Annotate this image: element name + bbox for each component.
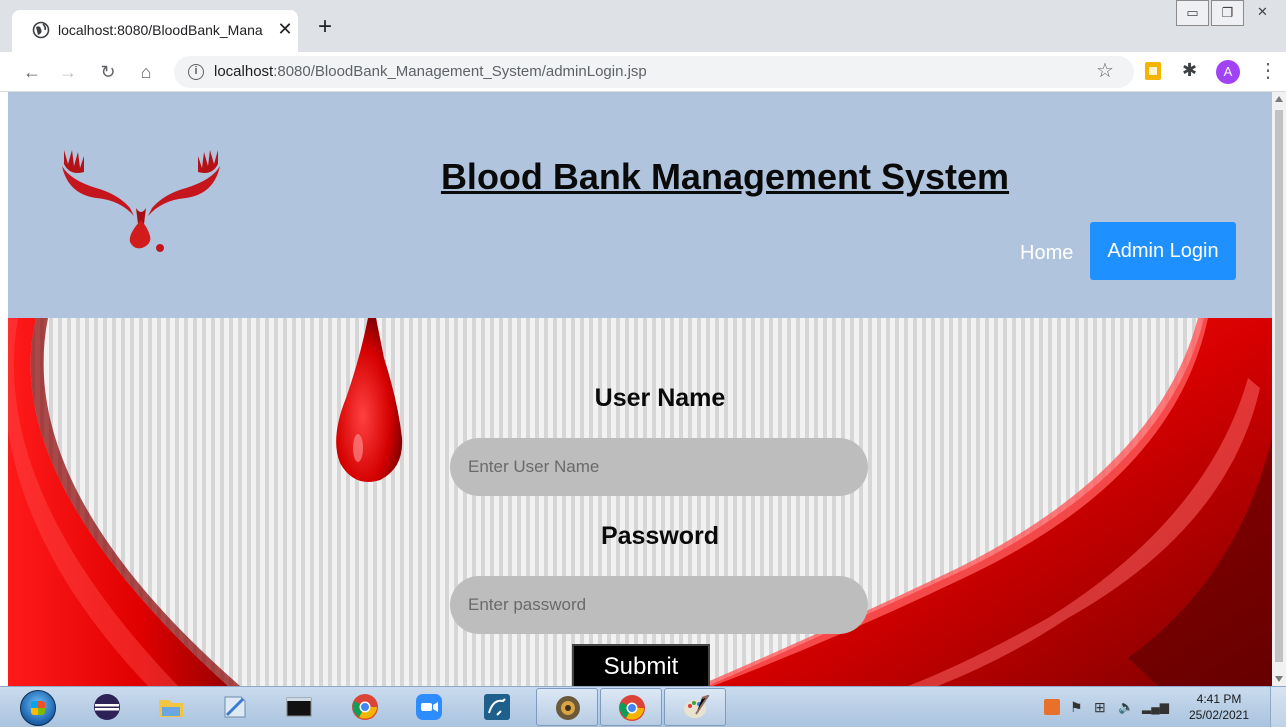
terminal-icon bbox=[286, 697, 312, 717]
username-label: User Name bbox=[594, 384, 726, 412]
url-text[interactable]: localhost:8080/BloodBank_Management_Syst… bbox=[214, 63, 647, 80]
taskbar-mysql-workbench[interactable] bbox=[466, 688, 528, 726]
taskbar-clock[interactable]: 4:41 PM 25/02/2021 bbox=[1180, 691, 1258, 723]
browser-tab-active[interactable]: localhost:8080/BloodBank_Mana ✕ bbox=[12, 10, 298, 52]
mysql-workbench-icon bbox=[484, 694, 510, 720]
chrome-icon bbox=[352, 694, 378, 720]
network-icon[interactable]: ⊞ bbox=[1094, 699, 1110, 715]
signal-icon[interactable]: ▂▄▆ bbox=[1142, 699, 1169, 715]
tomcat-icon bbox=[556, 696, 580, 720]
taskbar-file-explorer[interactable] bbox=[140, 688, 202, 726]
back-arrow-icon[interactable]: ← bbox=[20, 60, 44, 84]
password-label: Password bbox=[600, 522, 720, 550]
close-tab-icon[interactable]: ✕ bbox=[274, 18, 296, 40]
url-path: :8080/BloodBank_Management_System/adminL… bbox=[273, 63, 647, 80]
folder-icon bbox=[159, 700, 183, 717]
forward-arrow-icon[interactable]: → bbox=[56, 60, 80, 84]
url-host: localhost bbox=[214, 63, 274, 80]
flag-icon[interactable]: ⚑ bbox=[1070, 699, 1086, 715]
browser-menu-icon[interactable]: ⋮ bbox=[1258, 58, 1278, 83]
show-desktop-button[interactable] bbox=[1270, 687, 1286, 727]
windows-start-button[interactable] bbox=[20, 690, 56, 726]
minimize-icon[interactable]: ▭ bbox=[1176, 0, 1209, 26]
hero-section: User Name Password Submit bbox=[8, 318, 1272, 686]
window-close-icon[interactable]: ✕ bbox=[1246, 0, 1279, 26]
restore-icon[interactable]: ❐ bbox=[1211, 0, 1244, 26]
taskbar-paint[interactable] bbox=[664, 688, 726, 726]
scroll-up-arrow-icon[interactable] bbox=[1275, 96, 1283, 102]
windows-taskbar: ⚑ ⊞ 🔈 ▂▄▆ 4:41 PM 25/02/2021 bbox=[0, 686, 1286, 727]
tab-title: localhost:8080/BloodBank_Mana bbox=[58, 22, 263, 38]
address-bar[interactable]: i localhost:8080/BloodBank_Management_Sy… bbox=[174, 56, 1134, 88]
taskbar-notepad[interactable] bbox=[204, 688, 266, 726]
extension-docs-icon[interactable] bbox=[1145, 62, 1161, 80]
taskbar-chrome-active[interactable] bbox=[600, 688, 662, 726]
site-info-icon[interactable]: i bbox=[188, 64, 204, 80]
eclipse-icon bbox=[94, 694, 120, 720]
chrome-icon bbox=[619, 695, 645, 721]
extensions-puzzle-icon[interactable]: ✱ bbox=[1182, 60, 1197, 81]
clock-date: 25/02/2021 bbox=[1188, 708, 1250, 722]
home-icon[interactable]: ⌂ bbox=[134, 60, 158, 84]
globe-icon bbox=[32, 21, 50, 39]
page-viewport: Blood Bank Management System Home Admin … bbox=[8, 92, 1272, 686]
taskbar-zoom[interactable] bbox=[398, 688, 460, 726]
nav-admin-login-button[interactable]: Admin Login bbox=[1090, 222, 1236, 280]
scroll-down-arrow-icon[interactable] bbox=[1275, 676, 1283, 682]
submit-button[interactable]: Submit bbox=[572, 644, 710, 686]
username-input[interactable] bbox=[450, 438, 868, 496]
zoom-icon bbox=[416, 694, 442, 720]
new-tab-button[interactable]: + bbox=[312, 14, 338, 40]
taskbar-chrome[interactable] bbox=[334, 688, 396, 726]
password-input[interactable] bbox=[450, 576, 868, 634]
java-update-icon[interactable] bbox=[1044, 699, 1060, 715]
browser-tab-strip: localhost:8080/BloodBank_Mana ✕ + ▭ ❐ ✕ bbox=[0, 0, 1286, 52]
window-controls: ▭ ❐ ✕ bbox=[1176, 0, 1281, 28]
scrollbar-thumb[interactable] bbox=[1275, 110, 1283, 662]
taskbar-eclipse[interactable] bbox=[76, 688, 138, 726]
site-title: Blood Bank Management System bbox=[440, 156, 1010, 197]
browser-toolbar: ← → ↻ ⌂ i localhost:8080/BloodBank_Manag… bbox=[0, 52, 1286, 92]
page-scrollbar[interactable] bbox=[1272, 92, 1286, 686]
taskbar-command-prompt[interactable] bbox=[268, 688, 330, 726]
nav-home-link[interactable]: Home bbox=[1020, 242, 1073, 265]
clock-time: 4:41 PM bbox=[1196, 692, 1242, 706]
notepad-icon bbox=[224, 696, 246, 718]
bookmark-star-icon[interactable]: ☆ bbox=[1096, 58, 1114, 83]
site-header: Blood Bank Management System Home Admin … bbox=[8, 92, 1272, 318]
paint-palette-icon bbox=[684, 694, 710, 718]
taskbar-tomcat[interactable] bbox=[536, 688, 598, 726]
reload-icon[interactable]: ↻ bbox=[96, 60, 120, 84]
volume-icon[interactable]: 🔈 bbox=[1118, 699, 1134, 715]
admin-login-form: User Name Password Submit bbox=[8, 318, 1272, 686]
profile-avatar[interactable]: A bbox=[1216, 60, 1240, 84]
